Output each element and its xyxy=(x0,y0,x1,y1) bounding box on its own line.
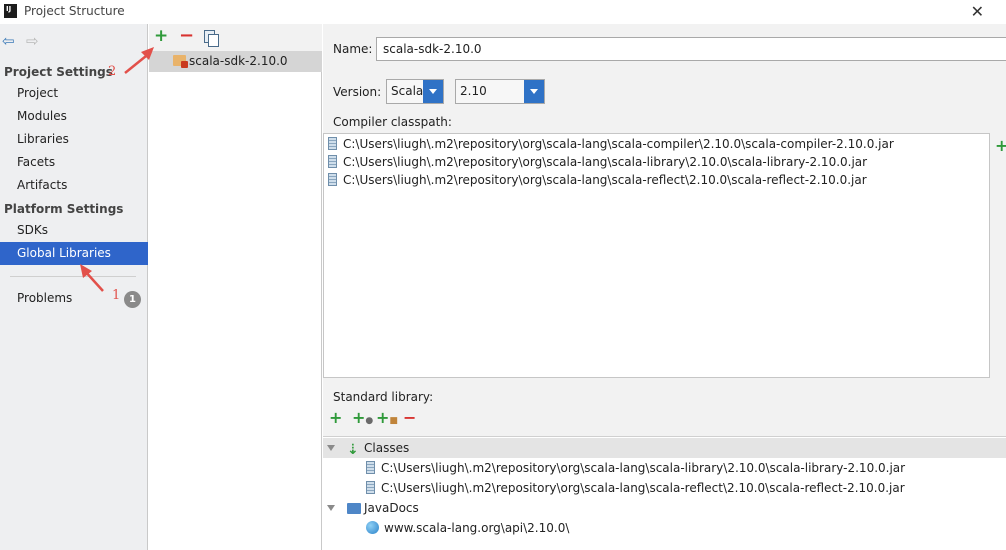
annotation-arrow-2 xyxy=(124,47,154,74)
annotation-number-1: 1 xyxy=(112,288,121,303)
annotation-overlay xyxy=(80,47,154,292)
annotation-arrow-1 xyxy=(80,264,104,292)
annotation-number-2: 2 xyxy=(108,64,117,79)
